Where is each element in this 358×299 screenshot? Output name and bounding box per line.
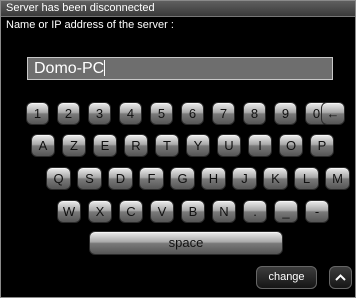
key-label: Q [53, 171, 64, 186]
key-label: 2 [64, 106, 73, 121]
key-s[interactable]: S [77, 167, 102, 190]
space-key-label: space [168, 235, 204, 250]
key-k[interactable]: K [263, 167, 288, 190]
key-label: 1 [33, 106, 42, 121]
key-n[interactable]: N [212, 200, 236, 223]
key-8[interactable]: 8 [243, 102, 266, 125]
key-label: 3 [95, 106, 104, 121]
key-label: 4 [126, 106, 135, 121]
disconnected-dialog: Server has been disconnected Name or IP … [0, 0, 356, 298]
key-label: _ [282, 204, 290, 219]
key-label: E [100, 138, 110, 153]
key-i[interactable]: I [248, 134, 272, 157]
text-caret [104, 60, 106, 76]
key-label: M [332, 171, 343, 186]
dialog-title: Server has been disconnected [6, 2, 155, 14]
key-label: U [224, 138, 234, 153]
key-y[interactable]: Y [186, 134, 210, 157]
key-label: Z [70, 138, 78, 153]
key-9[interactable]: 9 [274, 102, 297, 125]
key-v[interactable]: V [150, 200, 174, 223]
key-6[interactable]: 6 [181, 102, 204, 125]
key-f[interactable]: F [139, 167, 164, 190]
key-label: G [177, 171, 188, 186]
backspace-key[interactable]: ← [321, 102, 345, 125]
left-arrow-icon: ← [326, 106, 340, 121]
key-label: 5 [157, 106, 166, 121]
key-label: I [258, 138, 262, 153]
key-label: 9 [281, 106, 290, 121]
key-label: J [241, 171, 248, 186]
server-address-input[interactable]: Domo-PC [27, 57, 333, 80]
key-label: D [115, 171, 126, 186]
key-label: - [314, 204, 320, 219]
key-3[interactable]: 3 [88, 102, 111, 125]
space-key[interactable]: space [89, 231, 283, 255]
key-label: 6 [188, 106, 197, 121]
key-label: W [62, 204, 76, 219]
key-g[interactable]: G [170, 167, 195, 190]
key-label: . [253, 204, 257, 219]
server-field-label: Name or IP address of the server : [6, 19, 174, 31]
key-u[interactable]: U [217, 134, 241, 157]
key-j[interactable]: J [232, 167, 257, 190]
key-l[interactable]: L [294, 167, 319, 190]
key-r[interactable]: R [124, 134, 148, 157]
key-q[interactable]: Q [46, 167, 71, 190]
key-label: C [126, 204, 136, 219]
key-label: H [208, 171, 219, 186]
key-label: X [95, 204, 105, 219]
key-x[interactable]: X [88, 200, 112, 223]
key-b[interactable]: B [181, 200, 205, 223]
key-label: N [219, 204, 229, 219]
key-label: K [271, 171, 280, 186]
key-label: Y [193, 138, 203, 153]
key-e[interactable]: E [93, 134, 117, 157]
key-period[interactable]: . [243, 200, 267, 223]
chevron-up-icon [335, 274, 346, 281]
key-t[interactable]: T [155, 134, 179, 157]
key-label: P [317, 138, 327, 153]
key-z[interactable]: Z [62, 134, 86, 157]
key-label: F [147, 171, 156, 186]
server-address-value: Domo-PC [34, 60, 105, 77]
key-w[interactable]: W [57, 200, 81, 223]
key-4[interactable]: 4 [119, 102, 142, 125]
key-label: L [302, 171, 311, 186]
key-m[interactable]: M [325, 167, 350, 190]
change-button[interactable]: change [256, 266, 317, 289]
key-5[interactable]: 5 [150, 102, 173, 125]
key-label: V [157, 204, 167, 219]
key-1[interactable]: 1 [26, 102, 49, 125]
key-a[interactable]: A [31, 134, 55, 157]
title-bar: Server has been disconnected [1, 1, 355, 17]
key-d[interactable]: D [108, 167, 133, 190]
key-p[interactable]: P [310, 134, 334, 157]
key-c[interactable]: C [119, 200, 143, 223]
key-label: R [131, 138, 141, 153]
key-o[interactable]: O [279, 134, 303, 157]
key-h[interactable]: H [201, 167, 226, 190]
key-label: T [163, 138, 171, 153]
key-label: S [85, 171, 94, 186]
key-label: A [38, 138, 48, 153]
key-hyphen[interactable]: - [305, 200, 329, 223]
key-7[interactable]: 7 [212, 102, 235, 125]
key-2[interactable]: 2 [57, 102, 80, 125]
key-underscore[interactable]: _ [274, 200, 298, 223]
key-label: 8 [250, 106, 259, 121]
key-label: O [285, 138, 297, 153]
key-label: 7 [219, 106, 228, 121]
collapse-button[interactable] [329, 266, 352, 289]
key-label: B [188, 204, 198, 219]
